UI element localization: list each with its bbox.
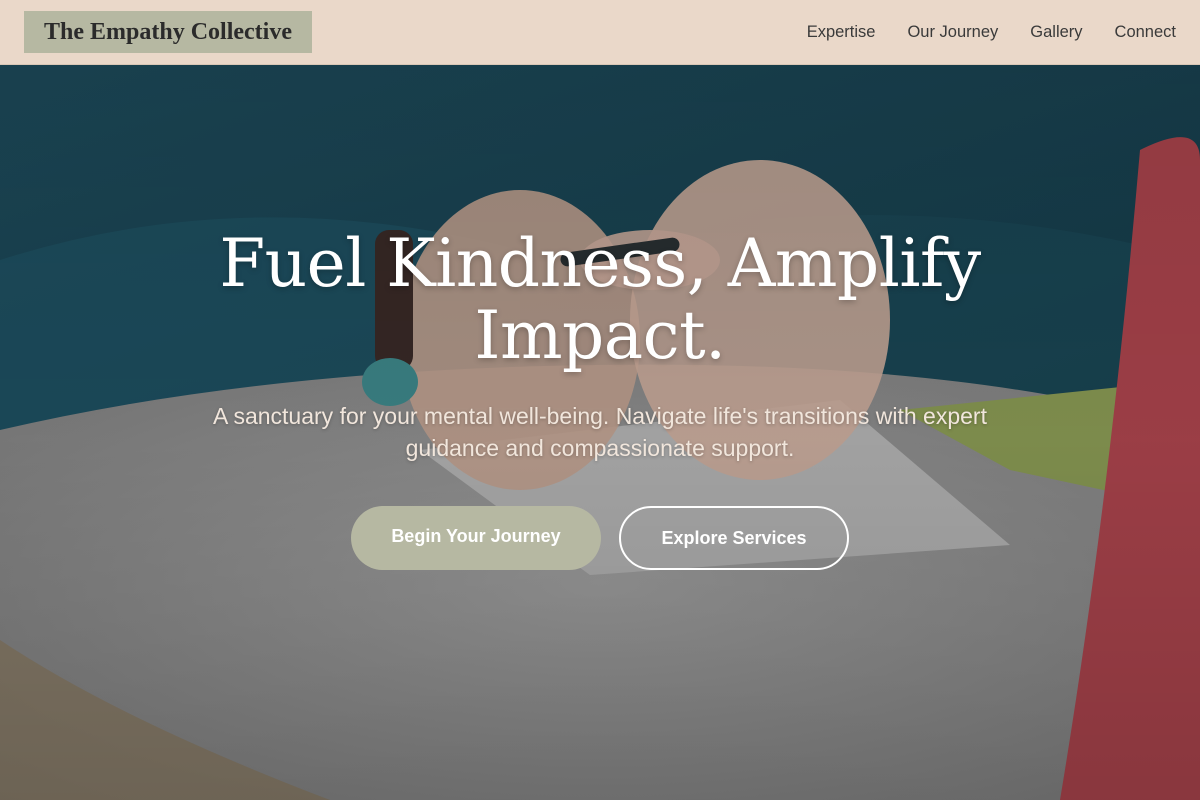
nav-link-our-journey[interactable]: Our Journey — [907, 23, 998, 42]
nav-link-connect[interactable]: Connect — [1115, 23, 1176, 42]
main-nav: Expertise Our Journey Gallery Connect — [807, 23, 1176, 42]
explore-services-button[interactable]: Explore Services — [619, 506, 849, 570]
site-header: The Empathy Collective Expertise Our Jou… — [0, 0, 1200, 65]
hero-actions: Begin Your Journey Explore Services — [0, 506, 1200, 570]
begin-journey-button[interactable]: Begin Your Journey — [351, 506, 601, 570]
hero-subtitle: A sanctuary for your mental well-being. … — [213, 403, 987, 461]
nav-link-gallery[interactable]: Gallery — [1030, 23, 1082, 42]
hero-title: Fuel Kindness, Amplify Impact. — [219, 225, 981, 374]
site-logo[interactable]: The Empathy Collective — [24, 11, 312, 53]
nav-link-expertise[interactable]: Expertise — [807, 23, 876, 42]
hero-content: Fuel Kindness, Amplify Impact. A sanctua… — [0, 228, 1200, 570]
